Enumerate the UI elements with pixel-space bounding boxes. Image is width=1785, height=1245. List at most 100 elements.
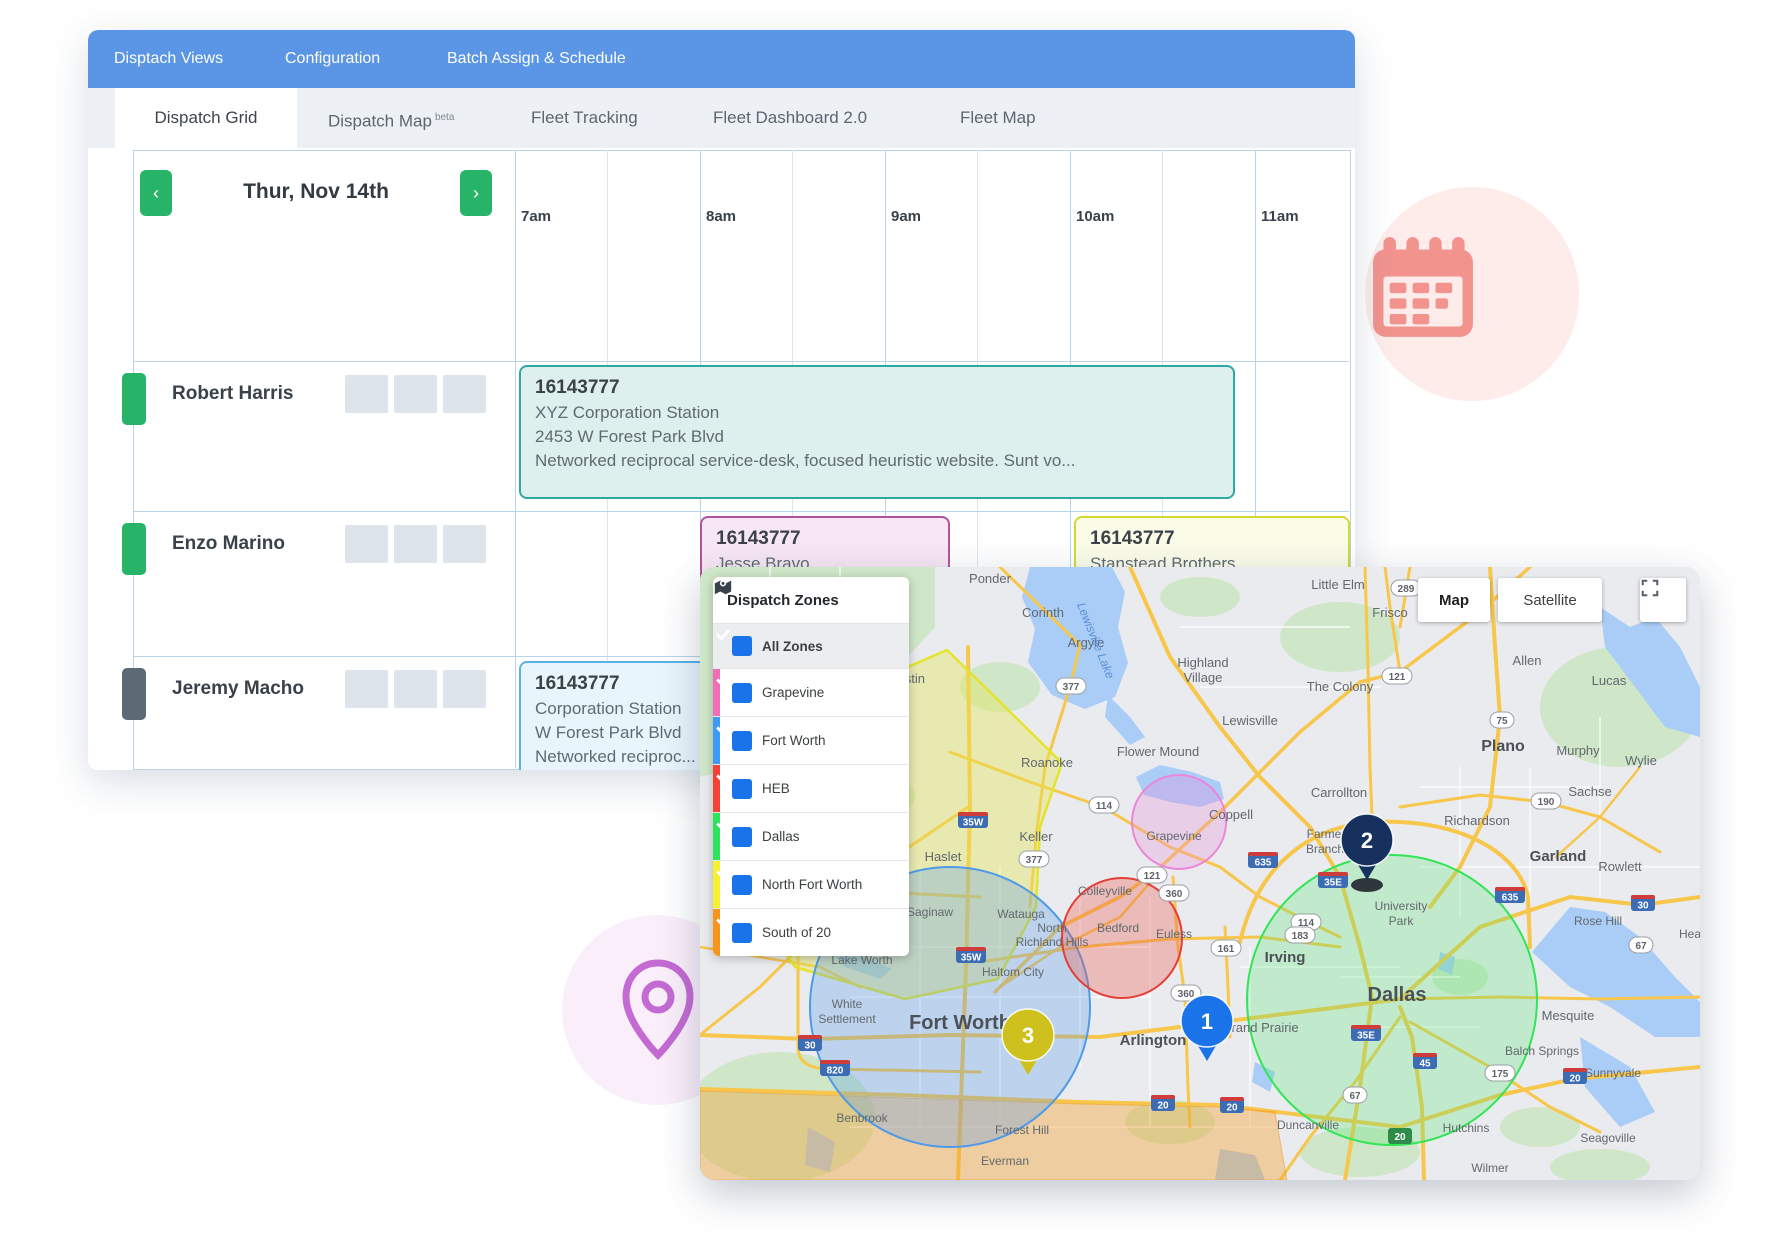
svg-text:190: 190 [1538,797,1555,808]
zone-checkbox[interactable] [732,779,752,799]
zone-checkbox[interactable] [732,875,752,895]
svg-text:Rowlett: Rowlett [1598,859,1642,874]
svg-text:635: 635 [1502,893,1519,904]
svg-text:Balch Springs: Balch Springs [1505,1044,1579,1058]
zone-checkbox[interactable] [732,731,752,751]
svg-text:289: 289 [1398,584,1415,595]
map-type-button[interactable]: Map [1418,578,1490,622]
tab-fleet-dashboard[interactable]: Fleet Dashboard 2.0 [713,88,867,148]
svg-text:35W: 35W [963,818,984,829]
svg-text:377: 377 [1063,682,1080,693]
svg-text:75: 75 [1496,716,1508,727]
nav-batch-assign[interactable]: Batch Assign & Schedule [447,30,626,88]
svg-text:Garland: Garland [1530,848,1587,865]
slot-placeholder [345,525,388,563]
zone-row-fort-worth[interactable]: Fort Worth [713,717,909,765]
svg-text:Arlington: Arlington [1120,1032,1187,1049]
svg-text:30: 30 [1637,901,1649,912]
slot-placeholder [443,670,486,708]
job-id: 16143777 [535,375,1219,401]
svg-text:Richardson: Richardson [1444,813,1510,828]
tab-dispatch-map[interactable]: Dispatch Mapbeta [328,88,454,148]
zone-label: Grapevine [762,685,824,700]
zone-row-grapevine[interactable]: Grapevine [713,669,909,717]
svg-text:The Colony: The Colony [1307,679,1374,694]
svg-text:Haltom City: Haltom City [982,965,1044,979]
zone-row-heb[interactable]: HEB [713,765,909,813]
resource-name: Enzo Marino [172,533,285,555]
svg-text:Settlement: Settlement [818,1012,876,1026]
svg-text:University: University [1375,899,1428,913]
svg-text:Corinth: Corinth [1022,605,1064,620]
zone-checkbox[interactable] [732,683,752,703]
svg-text:Hutchins: Hutchins [1443,1121,1490,1135]
svg-text:20: 20 [1569,1074,1581,1085]
svg-text:20: 20 [1226,1103,1238,1114]
svg-text:635: 635 [1255,858,1272,869]
svg-text:Rose Hill: Rose Hill [1574,914,1622,928]
svg-text:67: 67 [1635,941,1647,952]
zone-row-south-of-20[interactable]: South of 20 [713,909,909,956]
svg-text:Richland Hills: Richland Hills [1016,935,1089,949]
resource-name: Jeremy Macho [172,678,304,700]
job-line: Networked reciprocal service-desk, focus… [535,449,1219,473]
map-panel: PonderCorinthLittle ElmFriscoThe ColonyH… [700,567,1700,1180]
time-column-label: 10am [1076,208,1114,225]
job-card[interactable]: 16143777 XYZ Corporation Station 2453 W … [519,365,1235,499]
resource-name: Robert Harris [172,383,293,405]
svg-text:Carrollton: Carrollton [1311,785,1367,800]
time-column-label: 11am [1261,208,1299,225]
svg-text:175: 175 [1492,1069,1509,1080]
zone-row-all-zones[interactable]: All Zones [713,624,909,669]
tab-dispatch-grid[interactable]: Dispatch Grid [115,88,297,148]
calendar-icon [1373,237,1473,341]
zone-row-north-fort-worth[interactable]: North Fort Worth [713,861,909,909]
dispatch-zones-panel: Dispatch Zones All Zones Grapevine Fort … [713,577,909,956]
svg-text:Everman: Everman [981,1154,1029,1168]
svg-text:183: 183 [1292,931,1309,942]
svg-text:Heath: Heath [1679,927,1700,941]
svg-text:Ponder: Ponder [969,571,1012,586]
svg-text:360: 360 [1166,889,1183,900]
svg-text:Sunnyvale: Sunnyvale [1585,1066,1641,1080]
svg-text:Haslet: Haslet [925,849,962,864]
zone-label: North Fort Worth [762,877,862,892]
svg-text:Lucas: Lucas [1592,673,1627,688]
zones-panel-title: Dispatch Zones [727,592,839,609]
tab-fleet-map[interactable]: Fleet Map [960,88,1036,148]
svg-text:Plano: Plano [1481,738,1525,755]
svg-text:Murphy: Murphy [1556,743,1600,758]
svg-text:360: 360 [1178,989,1195,1000]
satellite-type-button[interactable]: Satellite [1498,578,1602,622]
next-day-button[interactable]: › [460,170,492,216]
svg-text:Keller: Keller [1019,829,1053,844]
svg-text:Seagoville: Seagoville [1580,1131,1636,1145]
svg-text:Grapevine: Grapevine [1146,829,1202,843]
job-line: 2453 W Forest Park Blvd [535,425,1219,449]
svg-text:121: 121 [1144,871,1161,882]
svg-text:Highland: Highland [1177,655,1228,670]
status-bar [122,373,146,425]
zone-grapevine [1132,775,1226,869]
svg-text:121: 121 [1389,672,1406,683]
svg-text:Village: Village [1184,670,1223,685]
fullscreen-button[interactable] [1640,578,1686,622]
nav-dispatch-views[interactable]: Disptach Views [114,30,223,88]
job-line: XYZ Corporation Station [535,401,1219,425]
zone-checkbox[interactable] [732,636,752,656]
svg-text:161: 161 [1218,944,1235,955]
zone-row-dallas[interactable]: Dallas [713,813,909,861]
slot-placeholder [394,670,437,708]
zone-checkbox[interactable] [732,923,752,943]
tab-fleet-tracking[interactable]: Fleet Tracking [531,88,638,148]
slot-placeholder [394,525,437,563]
prev-day-button[interactable]: ‹ [140,170,172,216]
slot-placeholder [443,375,486,413]
zone-checkbox[interactable] [732,827,752,847]
job-id: 16143777 [716,526,934,552]
nav-configuration[interactable]: Configuration [285,30,380,88]
svg-text:Benbrook: Benbrook [836,1111,888,1125]
svg-text:377: 377 [1026,855,1043,866]
svg-text:Lewisville: Lewisville [1222,713,1278,728]
time-column-label: 9am [891,208,921,225]
